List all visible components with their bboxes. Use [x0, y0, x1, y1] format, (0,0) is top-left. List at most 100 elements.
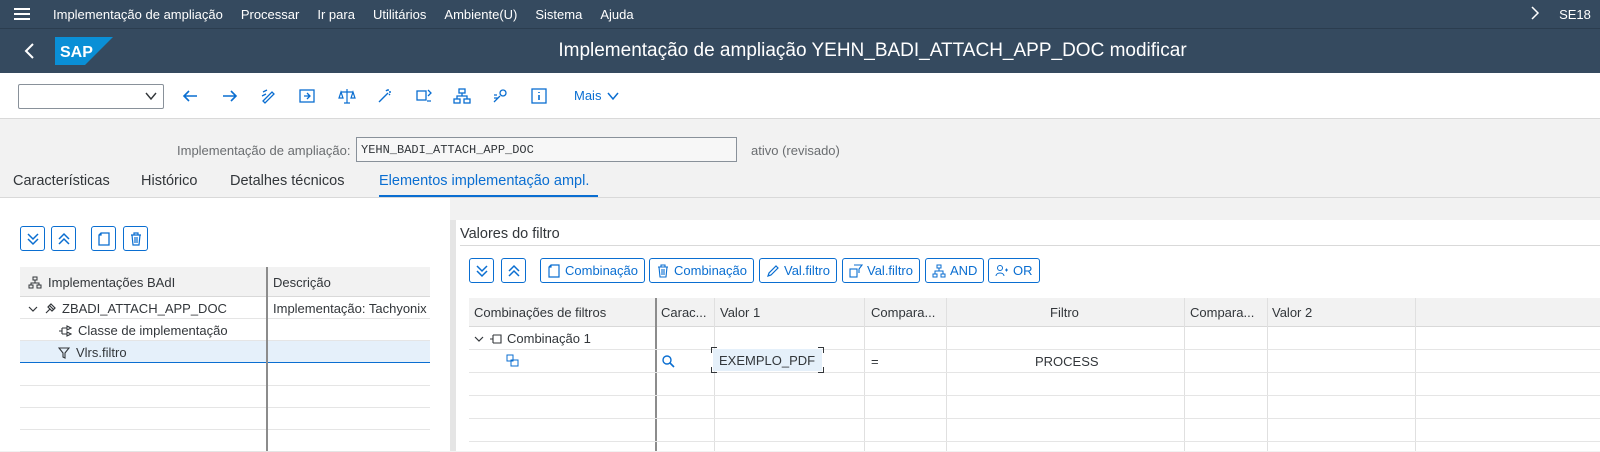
edit-filter-value-button[interactable]: Val.filtro — [759, 258, 837, 283]
tree-row-badi[interactable]: ZBADI_ATTACH_APP_DOC Implementação: Tach… — [20, 297, 430, 319]
table-row[interactable]: = PROCESS — [469, 350, 1600, 373]
table-row — [469, 419, 1600, 442]
tree-header: Implementações BAdI Descrição — [20, 267, 430, 297]
delete-button[interactable] — [123, 226, 148, 251]
column-header-combinacoes[interactable]: Combinações de filtros — [474, 305, 606, 320]
menu-implementacao[interactable]: Implementação de ampliação — [44, 7, 232, 22]
filter-icon — [58, 346, 70, 359]
document-icon — [548, 263, 560, 278]
column-header-compara1[interactable]: Compara... — [871, 305, 935, 320]
menu-ajuda[interactable]: Ajuda — [591, 7, 642, 22]
activate-icon[interactable] — [296, 85, 318, 107]
and-hierarchy-icon — [932, 264, 946, 277]
grid-header: Combinações de filtros Carac... Valor 1 … — [469, 298, 1600, 327]
tab-strip: Características Histórico Detalhes técni… — [0, 168, 1600, 198]
enhancement-impl-label: Implementação de ampliação: — [177, 143, 351, 158]
chevron-down-icon[interactable] — [28, 304, 38, 314]
column-header-valor2[interactable]: Valor 2 — [1272, 305, 1312, 320]
status-text: ativo (revisado) — [751, 143, 840, 158]
menu-ambiente[interactable]: Ambiente(U) — [435, 7, 526, 22]
button-label: OR — [1013, 263, 1033, 278]
application-toolbar: Mais — [0, 73, 1600, 119]
tab-historico[interactable]: Histórico — [141, 173, 197, 189]
command-field[interactable] — [18, 84, 164, 109]
display-change-icon[interactable] — [258, 85, 280, 107]
filter-value-icon — [849, 263, 863, 278]
delete-combination-button[interactable]: Combinação — [649, 258, 754, 283]
tab-elementos-implementacao[interactable]: Elementos implementação ampl. — [379, 173, 589, 189]
collapse-all-button[interactable] — [51, 226, 76, 251]
valor1-input[interactable]: EXEMPLO_PDF — [711, 347, 824, 373]
and-button[interactable]: AND — [925, 258, 985, 283]
title-bar: SAP Implementação de ampliação YEHN_BADI… — [0, 28, 1600, 73]
table-row — [469, 373, 1600, 396]
button-label: Val.filtro — [867, 263, 913, 278]
class-icon — [59, 324, 72, 337]
trash-icon — [130, 231, 141, 246]
combination-icon — [490, 333, 502, 344]
column-separator[interactable] — [266, 267, 268, 451]
chevron-down-icon[interactable] — [145, 89, 157, 106]
double-chevron-up-icon — [57, 232, 70, 245]
tab-detalhes-tecnicos[interactable]: Detalhes técnicos — [230, 173, 344, 189]
column-header-compara2[interactable]: Compara... — [1190, 305, 1254, 320]
button-label: Val.filtro — [784, 263, 830, 278]
filter-value-button[interactable]: Val.filtro — [842, 258, 920, 283]
hierarchy-icon[interactable] — [451, 85, 473, 107]
tree-row-empty — [20, 408, 430, 430]
filter-value-row-icon — [506, 354, 519, 370]
trash-icon — [658, 263, 668, 278]
column-header-descricao[interactable]: Descrição — [273, 275, 331, 290]
pin-icon — [45, 302, 56, 313]
pencil-icon — [767, 264, 779, 277]
chevron-right-icon[interactable] — [1520, 5, 1550, 23]
tree-row-vlrs-filtro[interactable]: Vlrs.filtro — [20, 341, 430, 363]
page-title: Implementação de ampliação YEHN_BADI_ATT… — [558, 40, 1187, 61]
expand-all-button[interactable] — [469, 258, 494, 283]
info-icon[interactable] — [528, 85, 550, 107]
tab-caracteristicas[interactable]: Características — [13, 173, 110, 189]
tree-row-classe[interactable]: Classe de implementação — [20, 319, 430, 341]
combination-node[interactable]: Combinação 1 — [474, 331, 591, 346]
hamburger-menu-icon[interactable] — [0, 0, 44, 28]
menu-processar[interactable]: Processar — [232, 7, 309, 22]
or-button[interactable]: OR — [988, 258, 1040, 283]
collapse-all-button[interactable] — [501, 258, 526, 283]
enhancement-impl-field[interactable]: YEHN_BADI_ATTACH_APP_DOC — [356, 137, 737, 162]
create-combination-button[interactable]: Combinação — [540, 258, 645, 283]
menu-utilitarios[interactable]: Utilitários — [364, 7, 435, 22]
more-button[interactable]: Mais — [574, 88, 620, 103]
search-icon[interactable] — [661, 354, 675, 371]
section-divider — [460, 245, 1600, 246]
column-header-filtro[interactable]: Filtro — [1050, 305, 1079, 320]
new-entry-button[interactable] — [91, 226, 116, 251]
tree-item-label: ZBADI_ATTACH_APP_DOC — [62, 301, 227, 316]
tree-row-empty — [20, 430, 430, 452]
object-list-icon[interactable] — [413, 85, 435, 107]
back-arrow-icon[interactable] — [179, 85, 201, 107]
section-title: Valores do filtro — [460, 226, 560, 242]
column-header-valor1[interactable]: Valor 1 — [720, 305, 760, 320]
column-header-label: Implementações BAdI — [48, 275, 176, 290]
transaction-code: SE18 — [1559, 6, 1591, 22]
table-row[interactable]: Combinação 1 — [469, 327, 1600, 350]
column-header-implementacoes[interactable]: Implementações BAdI — [28, 275, 175, 290]
double-chevron-down-icon — [26, 232, 39, 245]
chevron-down-icon — [607, 92, 620, 100]
button-label: Combinação — [565, 263, 638, 278]
settings-icon[interactable] — [489, 85, 511, 107]
comparator-cell: = — [871, 354, 879, 369]
valor1-value: EXEMPLO_PDF — [719, 353, 816, 368]
column-header-carac[interactable]: Carac... — [661, 305, 707, 320]
forward-arrow-icon[interactable] — [219, 85, 241, 107]
magic-wand-icon[interactable] — [374, 85, 396, 107]
check-icon[interactable] — [336, 85, 358, 107]
chevron-down-icon[interactable] — [474, 334, 484, 344]
table-row — [469, 396, 1600, 419]
menu-sistema[interactable]: Sistema — [526, 7, 591, 22]
menu-bar: Implementação de ampliação Processar Ir … — [0, 0, 1600, 28]
filter-cell: PROCESS — [1035, 354, 1099, 369]
expand-all-button[interactable] — [20, 226, 45, 251]
tree-item-label: Classe de implementação — [78, 323, 228, 338]
menu-ir-para[interactable]: Ir para — [308, 7, 364, 22]
